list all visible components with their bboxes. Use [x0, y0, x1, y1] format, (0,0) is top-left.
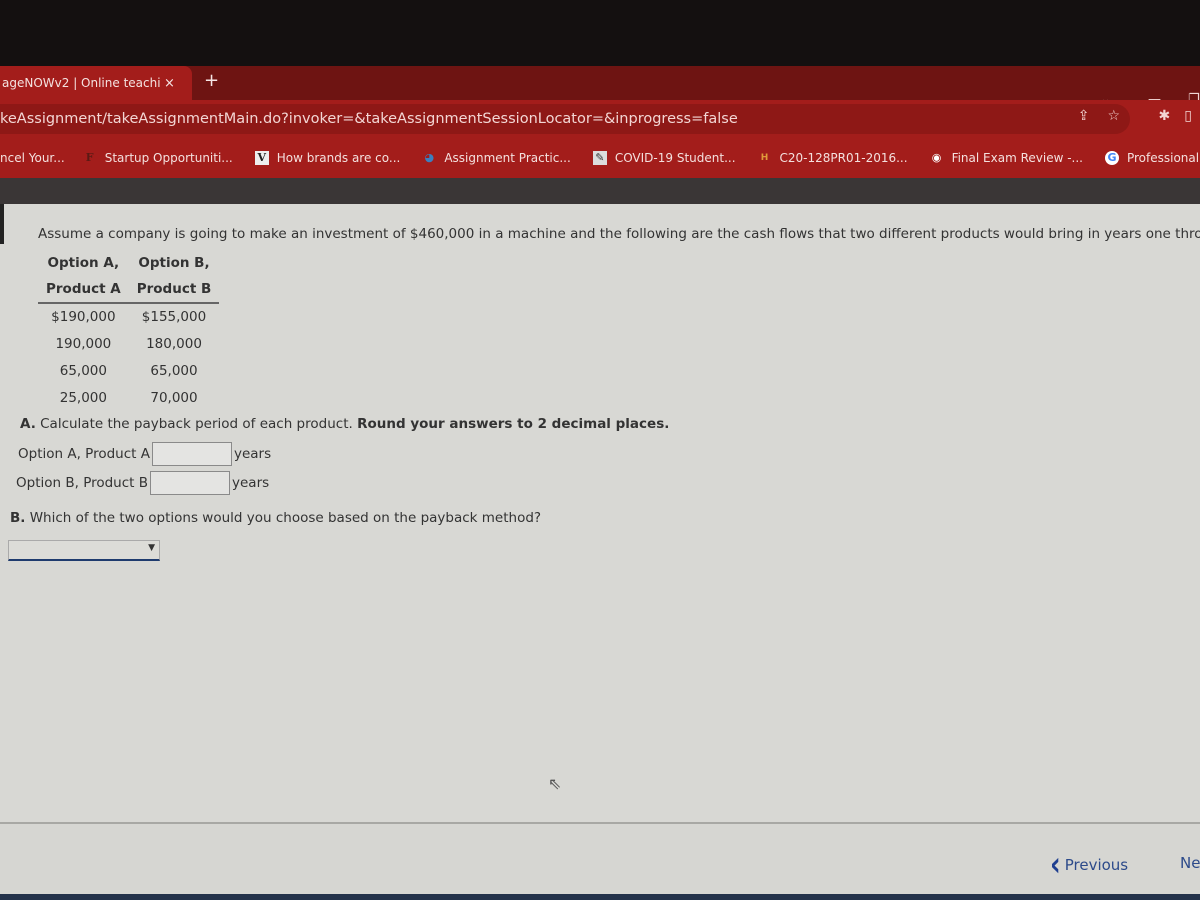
bookmark-label: COVID-19 Student...	[614, 151, 736, 165]
bookmark-item[interactable]: ncel Your...	[0, 151, 65, 165]
cash-flow-table: Option A, Option B, Product A Product B …	[38, 250, 220, 412]
bookmark-favicon-hcc-icon: H	[760, 153, 769, 163]
bookmark-star-icon[interactable]: ☆	[1107, 108, 1120, 124]
bookmark-label: C20-128PR01-2016...	[779, 151, 908, 165]
bookmark-item[interactable]: G Professional Certific...	[1104, 151, 1200, 165]
new-tab-button[interactable]: +	[204, 70, 219, 91]
extensions-puzzle-icon[interactable]: ✱	[1159, 108, 1171, 124]
address-bar[interactable]: keAssignment/takeAssignmentMain.do?invok…	[0, 104, 1130, 134]
table-row: 25,000 70,000	[38, 385, 219, 412]
bookmark-favicon-globe-icon: ◕	[424, 151, 435, 164]
payback-option-a-input[interactable]	[151, 442, 232, 466]
bookmark-item[interactable]: ◉ Final Exam Review -...	[930, 151, 1083, 165]
tab-title: ageNOWv2 | Online teachin	[2, 76, 160, 90]
next-label: Ne	[1180, 854, 1200, 872]
close-tab-icon[interactable]: ×	[164, 76, 175, 91]
cash-flow-b-year-4: 70,000	[150, 390, 198, 406]
cash-flow-a-year-4: 25,000	[59, 390, 107, 406]
cash-flow-b-year-3: 65,000	[150, 363, 198, 379]
bookmark-favicon-f-icon: F	[85, 151, 94, 164]
part-a-text: Calculate the payback period of each pro…	[35, 416, 358, 432]
bookmark-label: Final Exam Review -...	[951, 151, 1083, 165]
bookmarks-bar: ncel Your... F Startup Opportuniti... V …	[0, 138, 1200, 178]
answer-label: Option A, Product A	[18, 446, 150, 462]
bookmark-item[interactable]: ✎ COVID-19 Student...	[592, 151, 736, 165]
page-left-edge	[0, 204, 4, 244]
cash-flow-a-year-2: 190,000	[55, 336, 112, 352]
bookmark-item[interactable]: V How brands are co...	[254, 151, 401, 165]
part-a-rounding-note: Round your answers to 2 decimal places.	[357, 416, 670, 432]
answer-label: Option B, Product B	[16, 475, 149, 491]
part-a-question: A. Calculate the payback period of each …	[20, 416, 669, 432]
mouse-cursor-icon: ⇖	[548, 774, 562, 793]
answer-row-option-b: Option B, Product B years	[16, 471, 269, 495]
bookmark-favicon-google-icon: G	[1104, 151, 1119, 165]
bookmark-favicon-document-icon: ✎	[592, 151, 607, 165]
assignment-page: Assume a company is going to make an inv…	[0, 204, 1200, 894]
answer-row-option-a: Option A, Product A years	[18, 442, 271, 466]
tab-strip: ageNOWv2 | Online teachin × +	[0, 66, 1200, 100]
url-text: keAssignment/takeAssignmentMain.do?invok…	[0, 111, 738, 127]
side-panel-icon[interactable]: ▯	[1184, 108, 1192, 124]
dropdown-arrow-icon: ▼	[148, 543, 155, 553]
taskbar-edge	[0, 894, 1200, 900]
previous-label: Previous	[1064, 856, 1129, 874]
cash-flow-b-year-1: $155,000	[141, 309, 207, 325]
next-button[interactable]: Ne	[1180, 854, 1200, 872]
bookmark-label: Professional Certific...	[1126, 151, 1200, 165]
col-header-option-b: Option B,	[138, 255, 210, 271]
problem-intro: Assume a company is going to make an inv…	[38, 226, 1200, 242]
monitor-bezel	[0, 0, 1200, 70]
col-header-option-a: Option A,	[47, 255, 120, 271]
bookmark-item[interactable]: F Startup Opportuniti...	[83, 151, 233, 165]
col-header-product-b: Product B	[128, 276, 220, 304]
answer-unit: years	[233, 446, 272, 462]
answer-unit: years	[232, 475, 270, 491]
part-b-text: Which of the two options would you choos…	[25, 510, 542, 526]
bookmark-label: ncel Your...	[0, 151, 65, 165]
bookmark-label: Assignment Practic...	[444, 151, 571, 165]
cash-flow-a-year-3: 65,000	[59, 363, 107, 379]
bookmark-favicon-world-icon: ◉	[931, 151, 942, 164]
bookmark-label: How brands are co...	[276, 151, 401, 165]
part-b-prefix: B.	[10, 510, 26, 526]
table-row: 190,000 180,000	[38, 331, 219, 358]
cash-flow-a-year-1: $190,000	[51, 309, 116, 325]
part-a-prefix: A.	[20, 416, 36, 432]
chevron-left-icon: ‹	[1050, 845, 1061, 885]
col-header-product-a: Product A	[38, 276, 129, 304]
payback-option-b-input[interactable]	[150, 471, 231, 495]
bookmark-favicon-v-icon: V	[254, 151, 269, 165]
previous-button[interactable]: ‹ Previous	[1050, 846, 1129, 885]
part-b-question: B. Which of the two options would you ch…	[10, 510, 541, 526]
navigation-footer: ‹ Previous Ne	[0, 822, 1200, 894]
browser-tab-active[interactable]: ageNOWv2 | Online teachin ×	[0, 66, 192, 100]
bookmark-item[interactable]: ◕ Assignment Practic...	[422, 151, 571, 165]
cash-flow-b-year-2: 180,000	[146, 336, 202, 352]
bookmark-label: Startup Opportuniti...	[104, 151, 233, 165]
browser-toolbar: keAssignment/takeAssignmentMain.do?invok…	[0, 100, 1200, 138]
table-row: 65,000 65,000	[38, 358, 219, 385]
bookmark-item[interactable]: H C20-128PR01-2016...	[758, 151, 908, 165]
option-choice-dropdown[interactable]: ▼	[8, 540, 160, 561]
table-row: $190,000 $155,000	[38, 303, 219, 331]
share-icon[interactable]: ⇪	[1078, 108, 1090, 124]
